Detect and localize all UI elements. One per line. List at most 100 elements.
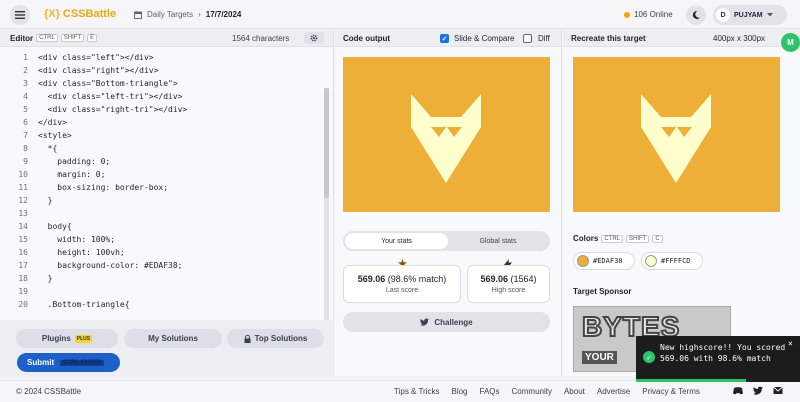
- code-line[interactable]: 4 <div class="left-tri"></div>: [0, 92, 322, 105]
- challenge-label: Challenge: [434, 317, 473, 327]
- code-line[interactable]: 3 <div class="Bottom-triangle">: [0, 79, 322, 92]
- code-line[interactable]: 20 .Bottom-triangle{: [0, 300, 322, 313]
- line-number: 16: [18, 248, 28, 257]
- crumb-separator: ›: [198, 10, 201, 19]
- slide-compare-checkbox[interactable]: ✓: [440, 34, 449, 43]
- moon-icon: [692, 10, 700, 19]
- lock-icon: [244, 334, 251, 343]
- code-line[interactable]: 14 body{: [0, 222, 322, 235]
- code-line[interactable]: 6 </div>: [0, 118, 322, 131]
- theme-toggle[interactable]: [686, 5, 706, 25]
- challenge-button[interactable]: Challenge: [343, 312, 550, 332]
- last-score-card: 569.06 (98.6% match) Last score: [343, 265, 461, 303]
- code-line[interactable]: 13: [0, 209, 322, 222]
- code-line[interactable]: 18 }: [0, 274, 322, 287]
- line-text: <div class="right-tri"></div>: [38, 105, 188, 114]
- toast-message: New highscore!! You scored 569.06 with 9…: [660, 343, 786, 363]
- chevron-down-icon: [766, 13, 773, 17]
- username: PUJYAM: [734, 11, 763, 19]
- line-text: <div class="Bottom-triangle">: [38, 79, 178, 88]
- footer-link-tips[interactable]: Tips & Tricks: [394, 387, 439, 396]
- diff-checkbox[interactable]: [523, 34, 532, 43]
- code-line[interactable]: 2 <div class="right"></div>: [0, 66, 322, 79]
- output-title: Code output: [343, 33, 391, 43]
- footer-link-community[interactable]: Community: [512, 387, 552, 396]
- footer-link-about[interactable]: About: [564, 387, 585, 396]
- color-dot-1: [577, 255, 589, 267]
- last-score-match: (98.6% match): [387, 274, 447, 284]
- color-swatch-1[interactable]: #EDAF38: [573, 252, 635, 270]
- line-text: *{: [38, 144, 58, 153]
- line-number: 19: [18, 287, 28, 296]
- high-score-value: 569.06: [480, 274, 508, 284]
- scrollbar-thumb[interactable]: [324, 88, 329, 198]
- code-line[interactable]: 15 width: 100%;: [0, 235, 322, 248]
- avatar: D: [716, 8, 730, 22]
- discord-icon[interactable]: [733, 386, 743, 395]
- code-line[interactable]: 10 margin: 0;: [0, 170, 322, 183]
- line-number: 15: [18, 235, 28, 244]
- code-line[interactable]: 5 <div class="right-tri"></div>: [0, 105, 322, 118]
- logo-text: CSSBattle: [62, 8, 117, 20]
- code-line[interactable]: 12 }: [0, 196, 322, 209]
- stats-tabs: Your stats Global stats: [343, 231, 550, 251]
- last-score-line: 569.06 (98.6% match): [344, 274, 460, 284]
- submit-shortcut: CTRL ENTER: [60, 359, 104, 366]
- code-line[interactable]: 19: [0, 287, 322, 300]
- editor-key-e: E: [87, 34, 98, 42]
- tab-your-stats[interactable]: Your stats: [345, 233, 448, 249]
- line-number: 18: [18, 274, 28, 283]
- editor-panel: Editor CTRL SHIFT E 1564 characters 1 <di…: [0, 30, 334, 376]
- code-line[interactable]: 8 *{: [0, 144, 322, 157]
- my-solutions-button[interactable]: My Solutions: [124, 329, 222, 348]
- line-number: 6: [23, 118, 28, 127]
- menu-button[interactable]: [10, 5, 30, 25]
- code-line[interactable]: 16 height: 100vh;: [0, 248, 322, 261]
- footer: © 2024 CSSBattle Tips & Tricks Blog FAQs…: [0, 380, 800, 402]
- tab-global-stats[interactable]: Global stats: [448, 233, 548, 249]
- colors-heading: Colors CTRL SHIFT C: [573, 234, 663, 243]
- calendar-icon: [134, 11, 142, 19]
- code-editor[interactable]: 1 <div class="left"></div> 2 <div class="ri…: [0, 49, 322, 317]
- line-number: 20: [18, 300, 28, 309]
- target-title: Recreate this target: [571, 33, 646, 43]
- footer-link-blog[interactable]: Blog: [451, 387, 467, 396]
- target-size: 400px x 300px: [713, 34, 766, 43]
- line-number: 2: [23, 66, 28, 75]
- line-text: .Bottom-triangle{: [38, 300, 130, 309]
- user-menu[interactable]: D PUJYAM: [713, 5, 787, 25]
- toast-close-button[interactable]: ×: [788, 338, 793, 349]
- code-line[interactable]: 11 box-sizing: border-box;: [0, 183, 322, 196]
- line-text: body{: [38, 222, 72, 231]
- line-text: <div class="right"></div>: [38, 66, 159, 75]
- twitter-footer-icon[interactable]: [753, 386, 763, 395]
- mail-icon[interactable]: [773, 386, 783, 395]
- top-solutions-button[interactable]: Top Solutions: [227, 329, 324, 348]
- line-number: 9: [23, 157, 28, 166]
- editor-scrollbar[interactable]: [324, 88, 329, 348]
- code-line[interactable]: 17 background-color: #EDAF38;: [0, 261, 322, 274]
- submit-button[interactable]: Submit CTRL ENTER: [17, 353, 120, 372]
- code-line[interactable]: 1 <div class="left"></div>: [0, 53, 322, 66]
- sponsor-heading: Target Sponsor: [573, 287, 632, 296]
- footer-link-faqs[interactable]: FAQs: [480, 387, 500, 396]
- plugins-button[interactable]: Plugins PLUS: [16, 329, 118, 348]
- code-output-preview[interactable]: [343, 57, 550, 212]
- plugins-label: Plugins: [41, 334, 71, 343]
- high-score-line: 569.06 (1564): [468, 274, 549, 284]
- color-swatch-2[interactable]: #FFFFCD: [641, 252, 703, 270]
- success-badge-icon: M: [781, 33, 800, 52]
- colors-label: Colors: [573, 234, 599, 243]
- top-solutions-label: Top Solutions: [254, 334, 308, 343]
- online-count: 106 Online: [624, 10, 673, 19]
- footer-link-advertise[interactable]: Advertise: [597, 387, 630, 396]
- footer-link-privacy[interactable]: Privacy & Terms: [642, 387, 700, 396]
- code-line[interactable]: 9 padding: 0;: [0, 157, 322, 170]
- code-line[interactable]: 7 <style>: [0, 131, 322, 144]
- line-text: <div class="left"></div>: [38, 53, 154, 62]
- logo[interactable]: {X} CSSBattle: [44, 8, 116, 20]
- line-number: 10: [18, 170, 28, 179]
- line-number: 1: [23, 53, 28, 62]
- crumb-daily-targets[interactable]: Daily Targets: [147, 10, 193, 19]
- editor-settings-button[interactable]: [304, 32, 324, 44]
